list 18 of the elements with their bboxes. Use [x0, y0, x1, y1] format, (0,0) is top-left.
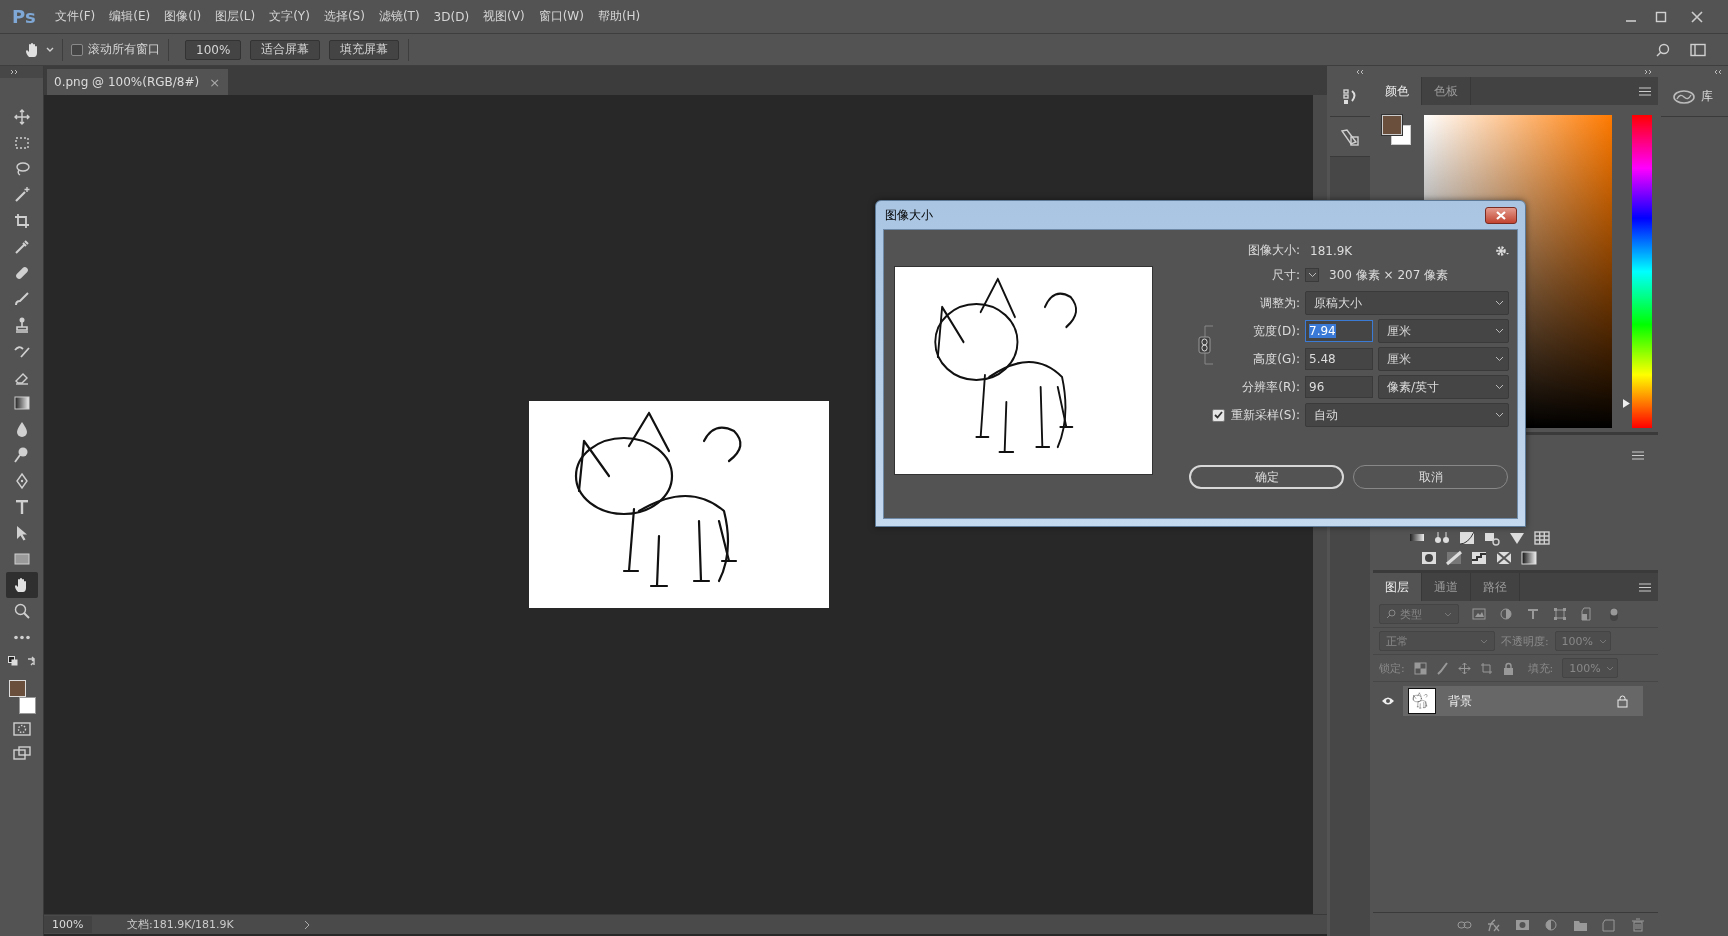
checkbox-label: 重新采样(S):	[1230, 406, 1300, 424]
document-title: 0.png @ 100%(RGB/8#)	[54, 75, 200, 89]
layer-name: 背景	[1447, 692, 1473, 710]
dimensions-value: 300 像素 × 207 像素	[1329, 266, 1449, 284]
checkbox-label: 滚动所有窗口	[88, 41, 160, 58]
field-label: 高度(G):	[1253, 350, 1300, 368]
app-logo: Ps	[12, 6, 37, 27]
field-label: 图像大小:	[1247, 242, 1300, 259]
field-label: 尺寸:	[1271, 266, 1300, 284]
document-size: 文档:181.9K/181.9K	[126, 917, 235, 932]
library-label: 库	[1701, 88, 1714, 105]
fill-value: 100%	[1569, 661, 1601, 675]
field-label: 调整为:	[1259, 294, 1300, 312]
image-size-value: 181.9K	[1310, 243, 1353, 258]
field-label: 宽度(D):	[1253, 322, 1300, 340]
dialog-title: 图像大小	[885, 206, 934, 224]
field-label: 分辨率(R):	[1242, 378, 1300, 396]
opacity-value: 100%	[1561, 634, 1594, 648]
